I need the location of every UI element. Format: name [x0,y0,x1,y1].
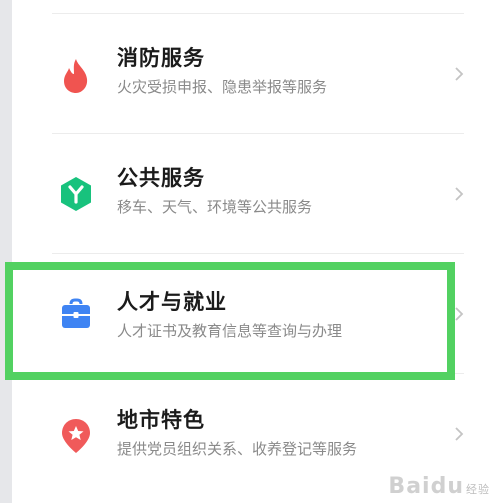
service-item-public[interactable]: 公共服务 移车、天气、环境等公共服务 [12,134,498,254]
location-pin-star-icon [56,416,96,456]
watermark-main: Baidu [388,474,464,499]
watermark-sub: 经验 [466,483,490,496]
briefcase-icon [56,294,96,334]
service-subtitle: 人才证书及教育信息等查询与办理 [117,322,343,340]
service-list: 消防服务 火灾受损申报、隐患举报等服务 公共服务 移车、天气、环境等公共服务 人… [12,0,498,503]
service-item-talent-employment[interactable]: 人才与就业 人才证书及教育信息等查询与办理 [12,254,498,374]
service-subtitle: 移车、天气、环境等公共服务 [117,198,313,216]
chevron-right-icon [453,64,465,84]
chevron-right-icon [453,424,465,444]
fire-icon [56,56,96,96]
service-title: 人才与就业 [117,290,227,314]
service-item-fire[interactable]: 消防服务 火灾受损申报、隐患举报等服务 [12,14,498,134]
hexagon-y-icon [56,174,96,214]
chevron-right-icon [453,184,465,204]
service-subtitle: 火灾受损申报、隐患举报等服务 [117,78,328,96]
service-title: 地市特色 [117,408,205,432]
baidu-watermark: Baidu 经验 [388,474,490,499]
service-title: 消防服务 [117,46,205,70]
service-title: 公共服务 [117,166,205,190]
chevron-right-icon [453,304,465,324]
left-edge [0,0,12,503]
service-subtitle: 提供党员组织关系、收养登记等服务 [117,440,358,458]
